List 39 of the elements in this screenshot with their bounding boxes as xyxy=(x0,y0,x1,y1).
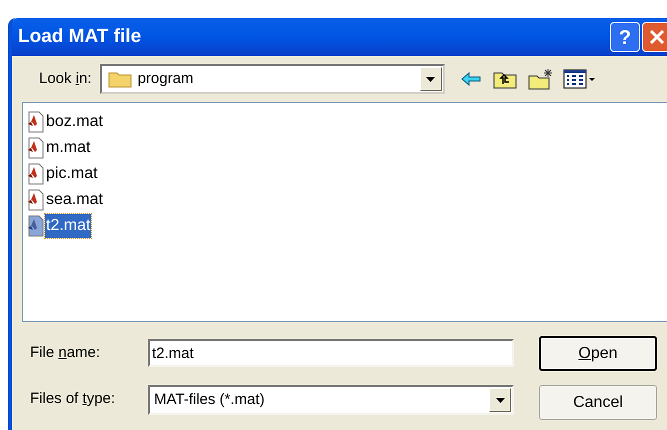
help-button[interactable]: ? xyxy=(610,22,640,52)
view-menu-button[interactable] xyxy=(562,67,597,91)
close-icon xyxy=(649,29,665,45)
cancel-button[interactable]: Cancel xyxy=(539,385,657,420)
file-name: m.mat xyxy=(45,138,92,158)
file-type-label: Files of type: xyxy=(30,388,116,409)
matlab-file-icon xyxy=(25,215,45,237)
matlab-file-icon xyxy=(25,111,45,133)
file-name-field[interactable]: t2.mat xyxy=(148,339,514,367)
folder-name: program xyxy=(138,68,194,89)
caret-icon xyxy=(496,398,504,402)
file-item[interactable]: pic.mat xyxy=(25,161,667,187)
file-name: pic.mat xyxy=(45,164,99,184)
window-title: Load MAT file xyxy=(18,24,142,49)
file-item[interactable]: boz.mat xyxy=(25,109,667,135)
file-name: t2.mat xyxy=(45,214,92,238)
matlab-file-icon xyxy=(25,163,45,185)
list-view-icon xyxy=(562,69,597,89)
file-name: boz.mat xyxy=(45,112,104,132)
back-arrow-icon xyxy=(460,72,481,86)
open-button[interactable]: Open xyxy=(539,336,657,371)
look-in-dropdown[interactable]: program xyxy=(100,64,445,94)
file-name: sea.mat xyxy=(45,190,104,210)
new-folder-button[interactable] xyxy=(526,67,555,91)
file-item[interactable]: sea.mat xyxy=(25,187,667,213)
dropdown-button[interactable] xyxy=(420,67,442,91)
file-type-value: MAT-files (*.mat) xyxy=(154,390,266,410)
folder-icon xyxy=(108,70,132,88)
matlab-file-icon xyxy=(25,137,45,159)
look-in-label: Look in: xyxy=(39,68,92,89)
file-name-label: File name: xyxy=(30,342,100,363)
new-folder-icon xyxy=(528,68,554,90)
caret-icon xyxy=(426,76,436,82)
dropdown-button[interactable] xyxy=(489,388,511,412)
matlab-file-icon xyxy=(25,189,45,211)
close-button[interactable] xyxy=(642,22,667,52)
file-type-dropdown[interactable]: MAT-files (*.mat) xyxy=(148,385,514,415)
file-item[interactable]: t2.mat xyxy=(25,213,667,239)
file-item[interactable]: m.mat xyxy=(25,135,667,161)
